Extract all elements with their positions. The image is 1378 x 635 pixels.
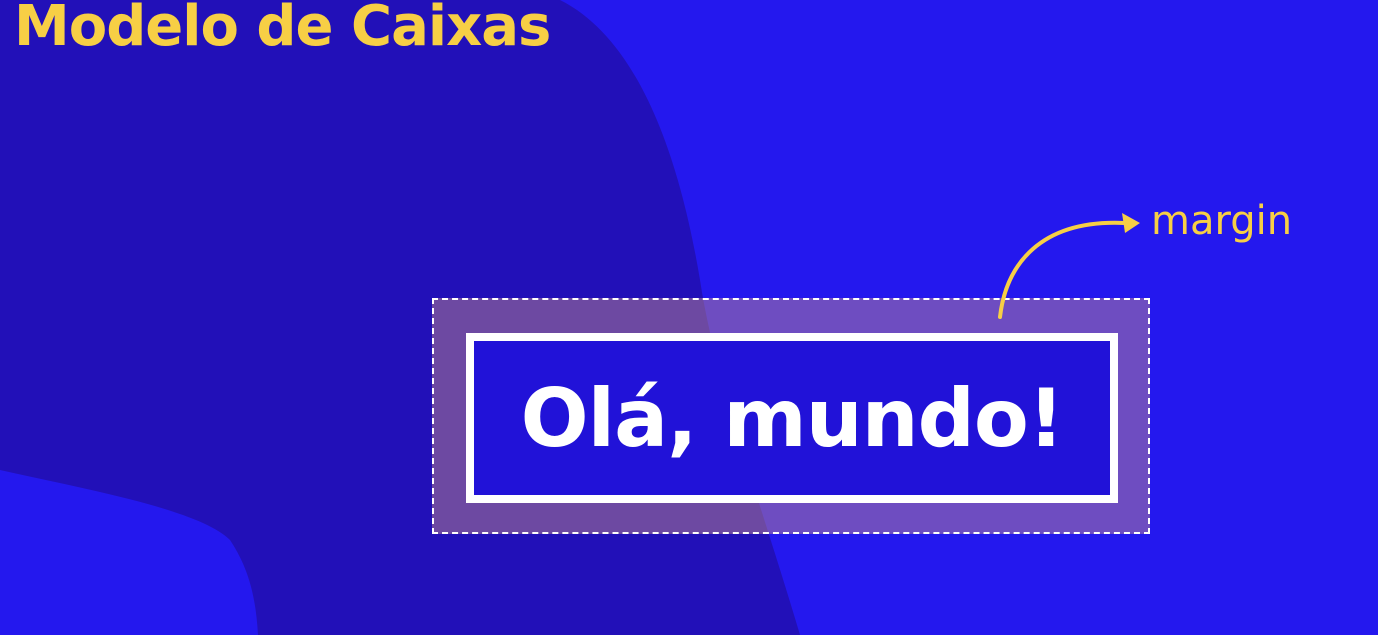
content-text: Olá, mundo! — [520, 371, 1065, 465]
arrow-icon — [998, 213, 1140, 319]
border-box: Olá, mundo! — [466, 333, 1118, 503]
margin-label: margin — [1151, 198, 1293, 244]
slide-title: Modelo de Caixas — [14, 0, 551, 59]
